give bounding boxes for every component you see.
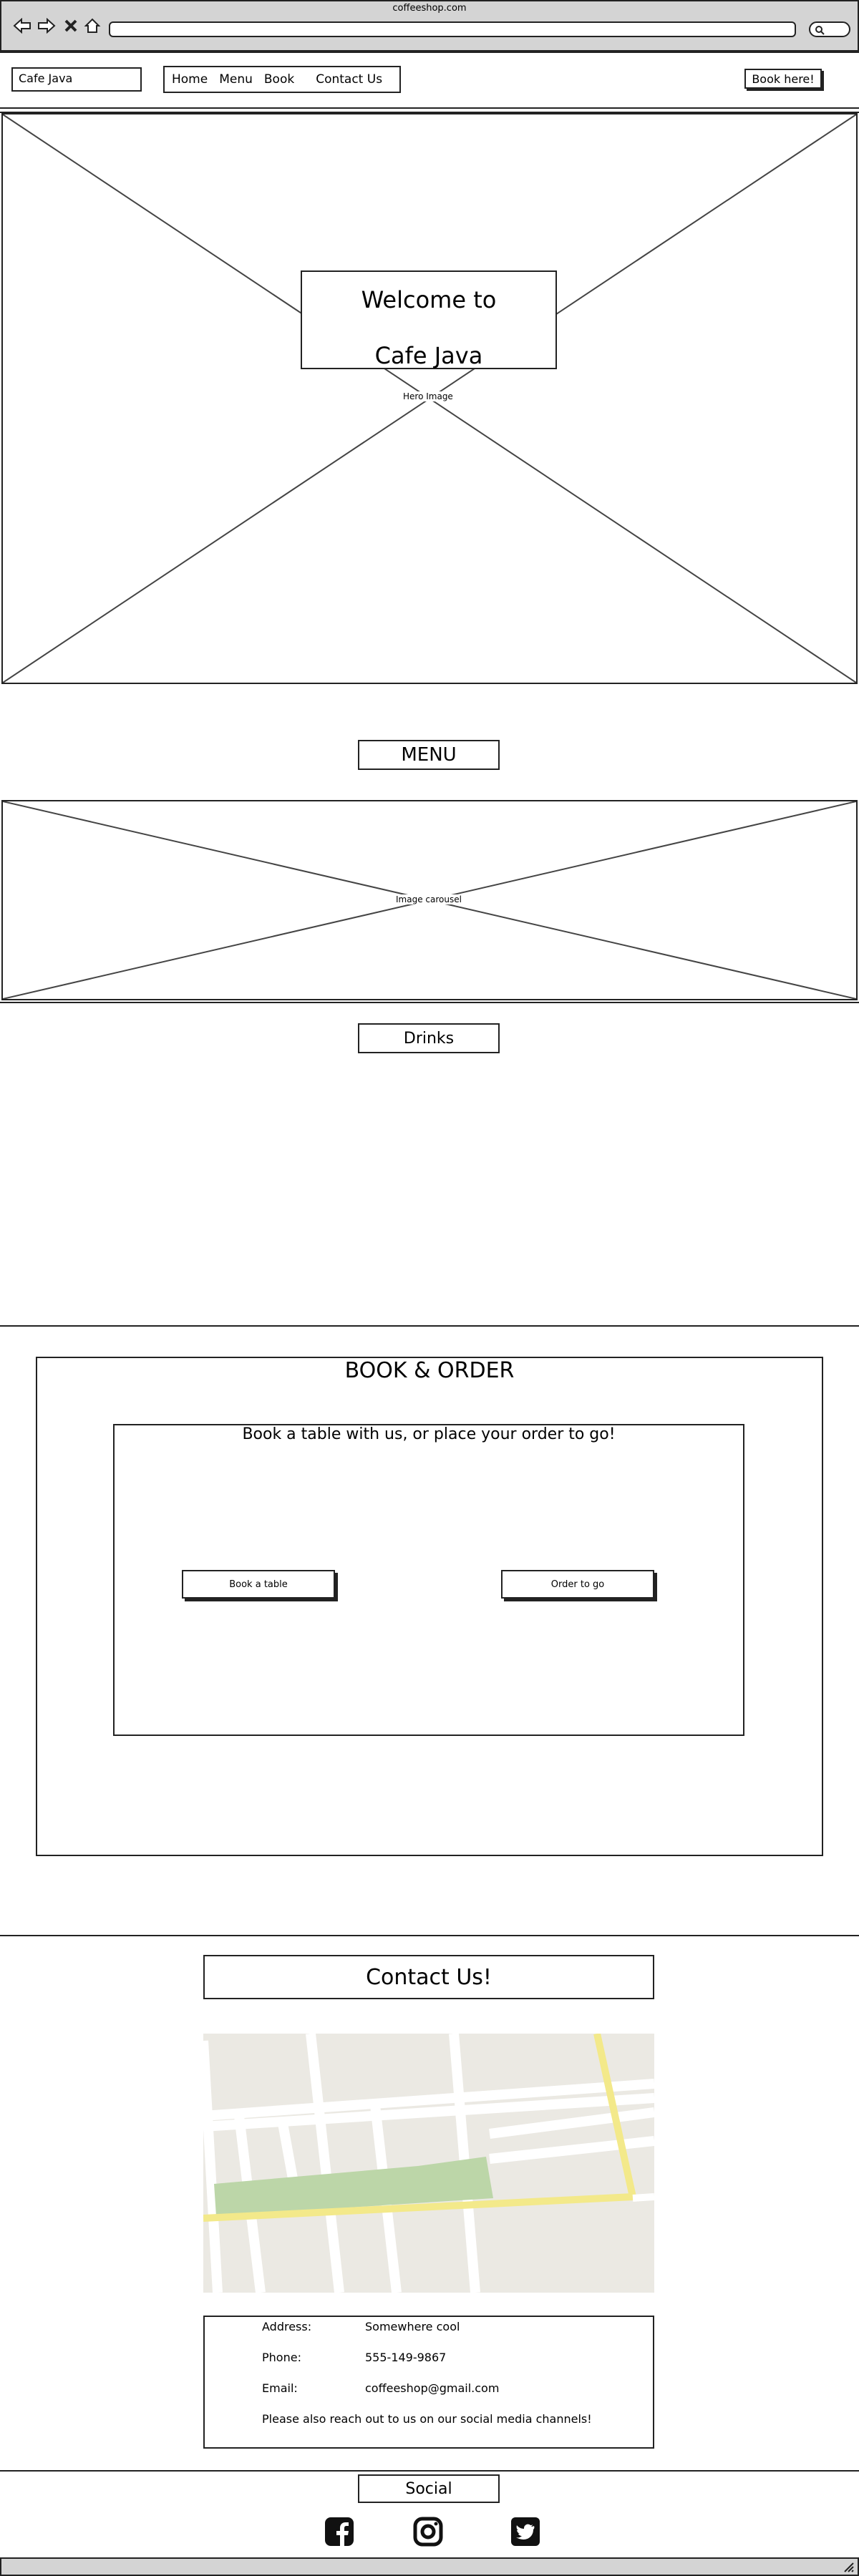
hero-title: Welcome to Cafe Java [301,270,557,369]
email-label: Email: [262,2381,298,2395]
phone-value[interactable]: 555-149-9867 [365,2351,446,2364]
phone-label: Phone: [262,2351,301,2364]
back-icon[interactable] [11,16,33,36]
menu-heading: MENU [358,740,500,770]
close-icon[interactable] [62,16,80,36]
hero-title-line2: Cafe Java [374,342,483,369]
browser-status-bar [0,2557,859,2576]
section-divider [0,1935,859,1936]
hero-title-line1: Welcome to [361,286,497,313]
nav-link-menu[interactable]: Menu [216,72,261,87]
instagram-icon[interactable] [412,2516,444,2550]
nav-link-contact[interactable]: Contact Us [313,72,391,87]
drinks-heading: Drinks [358,1023,500,1053]
search-icon [815,26,825,37]
resize-handle-icon[interactable] [843,2562,855,2576]
twitter-icon[interactable] [510,2516,541,2550]
hero-image-label: Hero Image [401,391,455,401]
section-divider [0,1002,859,1003]
home-icon[interactable] [82,16,103,36]
section-divider [0,1325,859,1327]
brand-logo[interactable]: Cafe Java [11,67,142,92]
social-note: Please also reach out to us on our socia… [262,2412,592,2426]
book-here-button[interactable]: Book here! [744,69,822,89]
browser-url-title: coffeeshop.com [392,3,467,14]
map[interactable] [203,2034,654,2293]
main-nav: Home Menu Book Contact Us [163,66,401,93]
facebook-icon[interactable] [324,2516,355,2550]
social-heading: Social [358,2474,500,2503]
book-order-heading: BOOK & ORDER [344,1358,515,1383]
order-to-go-button[interactable]: Order to go [501,1570,654,1599]
header-divider [0,52,859,53]
nav-link-home[interactable]: Home [169,72,216,87]
forward-icon[interactable] [36,16,57,36]
header-divider [0,107,859,109]
url-bar[interactable] [109,21,796,37]
nav-link-book[interactable]: Book [261,72,313,87]
section-divider [0,2470,859,2472]
email-value[interactable]: coffeeshop@gmail.com [365,2381,499,2395]
image-carousel-label: Image carousel [394,894,464,904]
book-table-button[interactable]: Book a table [182,1570,335,1599]
book-order-subheading: Book a table with us, or place your orde… [242,1425,616,1443]
browser-search-pill[interactable] [809,21,850,37]
address-label: Address: [262,2320,312,2333]
contact-info: Address: Somewhere cool Phone: 555-149-9… [203,2316,654,2449]
contact-heading: Contact Us! [203,1955,654,1999]
address-value: Somewhere cool [365,2320,460,2333]
